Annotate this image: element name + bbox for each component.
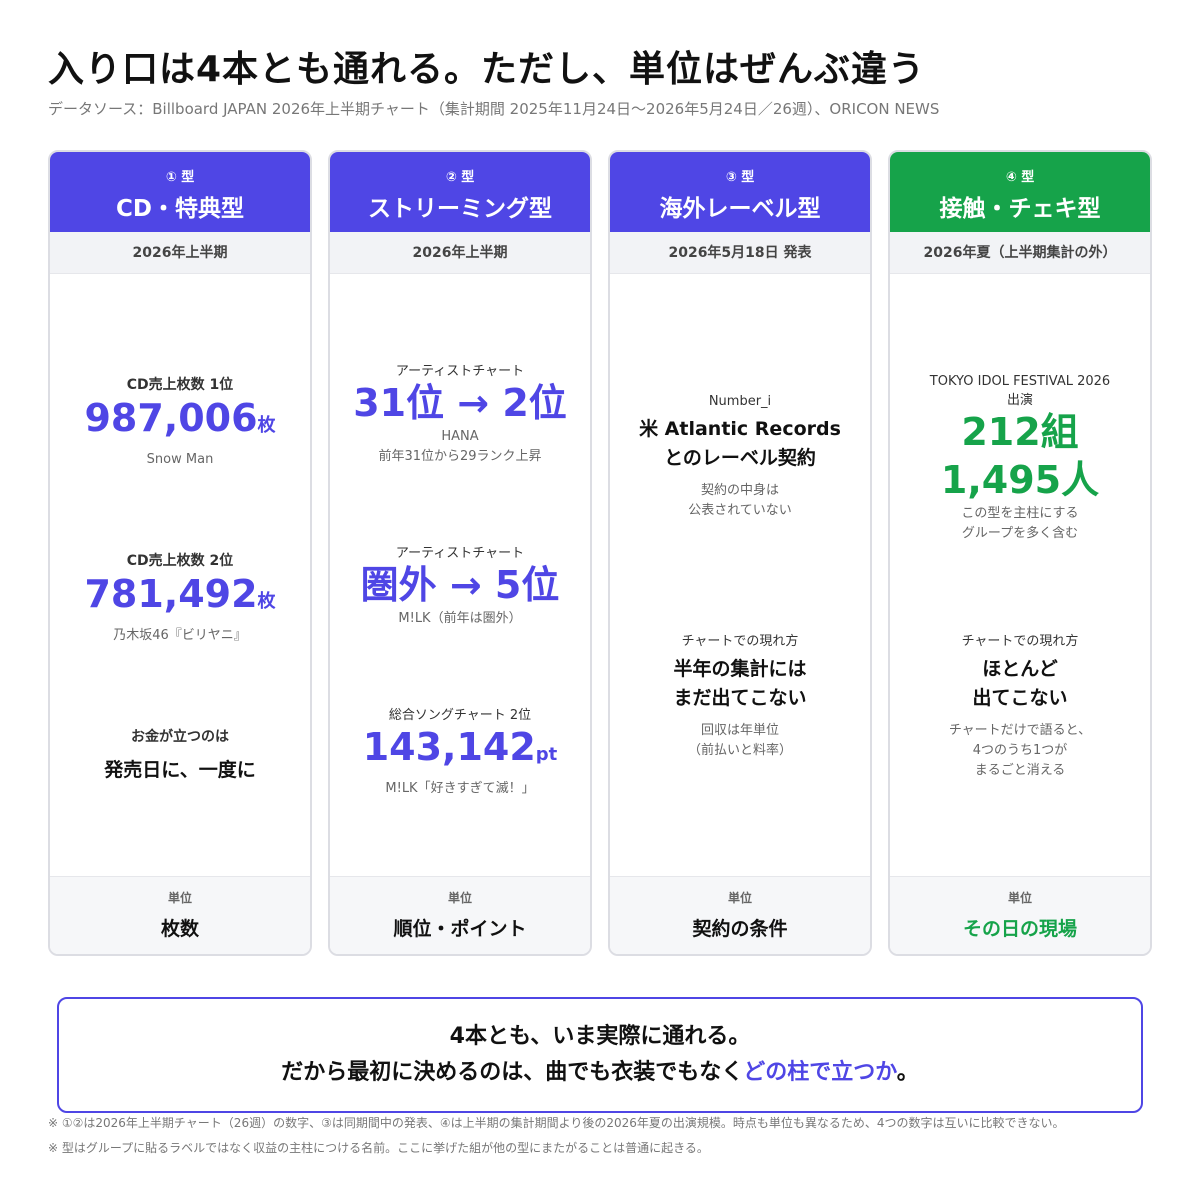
conclusion-callout: 4本とも、いま実際に通れる。 だから最初に決めるのは、曲でも衣装でもなくどの柱で… xyxy=(57,997,1143,1113)
unit-label: 単位 xyxy=(447,891,472,905)
fact-sub: 4つのうち1つが xyxy=(972,743,1068,758)
stat-label: 出演 xyxy=(1006,393,1033,408)
fact-sub: チャートだけで語ると、 xyxy=(948,723,1092,738)
footnotes: ※ ①②は2026年上半期チャート（26週）の数字、③は同期間中の発表、④は上半… xyxy=(48,1114,1152,1158)
stat-value: 143,142pt xyxy=(362,725,558,769)
stat-value: 987,006枚 xyxy=(84,396,276,440)
stat-sub: グループを多く含む xyxy=(961,526,1079,541)
stat-sub: 前年31位から29ランク上昇 xyxy=(378,449,542,464)
note-text: 発売日に、一度に xyxy=(104,759,256,781)
column-header: ④ 型 接触・チェキ型 xyxy=(890,152,1150,232)
column-overseas-label-type: ③ 型 海外レーベル型 2026年5月18日 発表 Number_i 米 Atl… xyxy=(608,150,872,956)
column-header: ③ 型 海外レーベル型 xyxy=(610,152,870,232)
page-title: 入り口は4本とも通れる。ただし、単位はぜんぶ違う xyxy=(48,49,926,90)
stat-block: アーティストチャート 31位 → 2位 HANA 前年31位から29ランク上昇 xyxy=(330,360,590,467)
type-name: 海外レーベル型 xyxy=(659,196,821,222)
stat-label: CD売上枚数 1位 xyxy=(126,377,234,393)
fact-line: 出てこない xyxy=(972,687,1068,709)
period-label: 2026年上半期 xyxy=(50,232,310,274)
column-streaming-type: ② 型 ストリーミング型 2026年上半期 アーティストチャート 31位 → 2… xyxy=(328,150,592,956)
fact-label: Number_i xyxy=(708,394,772,409)
unit-value: 契約の条件 xyxy=(692,918,788,940)
fact-sub: まるごと消える xyxy=(974,763,1066,778)
footnote: ※ ①②は2026年上半期チャート（26週）の数字、③は同期間中の発表、④は上半… xyxy=(48,1116,1065,1130)
unit-label: 単位 xyxy=(1007,891,1032,905)
column-header: ① 型 CD・特典型 xyxy=(50,152,310,232)
type-number: ② 型 xyxy=(445,170,475,185)
fact-sub: 回収は年単位 xyxy=(700,723,779,738)
fact-line: まだ出てこない xyxy=(673,687,807,709)
stat-sub: この型を主柱にする xyxy=(961,506,1079,521)
stat-sub: 乃木坂46『ビリヤニ』 xyxy=(113,628,247,643)
callout-line-2: だから最初に決めるのは、曲でも衣装でもなくどの柱で立つか。 xyxy=(281,1060,919,1085)
stat-value: 781,492枚 xyxy=(84,572,276,616)
column-contact-cheki-type: ④ 型 接触・チェキ型 2026年夏（上半期集計の外） TOKYO IDOL F… xyxy=(888,150,1152,956)
type-name: ストリーミング型 xyxy=(368,196,552,222)
stat-label: TOKYO IDOL FESTIVAL 2026 xyxy=(929,374,1111,389)
fact-block: チャートでの現れ方 半年の集計には まだ出てこない 回収は年単位 （前払いと料率… xyxy=(610,630,870,761)
fact-line: ほとんど xyxy=(982,658,1058,680)
type-number: ① 型 xyxy=(165,170,195,185)
stat-sub: HANA xyxy=(441,429,479,444)
callout-line-1: 4本とも、いま実際に通れる。 xyxy=(449,1024,751,1049)
unit-label: 単位 xyxy=(727,891,752,905)
column-header: ② 型 ストリーミング型 xyxy=(330,152,590,232)
fact-line: とのレーベル契約 xyxy=(664,447,816,469)
unit-footer: 単位 枚数 xyxy=(50,876,310,954)
type-name: CD・特典型 xyxy=(116,196,244,222)
period-label: 2026年上半期 xyxy=(330,232,590,274)
fact-line: 米 Atlantic Records xyxy=(639,418,841,440)
stat-sub: M!LK（前年は圏外） xyxy=(398,611,522,626)
unit-footer: 単位 順位・ポイント xyxy=(330,876,590,954)
unit-footer: 単位 その日の現場 xyxy=(890,876,1150,954)
type-number: ③ 型 xyxy=(725,170,755,185)
stat-label: アーティストチャート xyxy=(395,364,525,379)
fact-line: 半年の集計には xyxy=(673,658,807,680)
stat-block: 総合ソングチャート 2位 143,142pt M!LK「好きすぎて滅！」 xyxy=(330,704,590,799)
unit-value: その日の現場 xyxy=(962,918,1077,940)
fact-block: チャートでの現れ方 ほとんど 出てこない チャートだけで語ると、 4つのうち1つ… xyxy=(890,630,1150,781)
type-name: 接触・チェキ型 xyxy=(939,196,1101,222)
fact-sub: 公表されていない xyxy=(688,503,792,518)
data-source: データソース：Billboard JAPAN 2026年上半期チャート（集計期間… xyxy=(48,100,940,118)
note-label: お金が立つのは xyxy=(131,729,229,745)
stat-value: 212組 xyxy=(961,410,1079,454)
unit-footer: 単位 契約の条件 xyxy=(610,876,870,954)
period-label: 2026年夏（上半期集計の外） xyxy=(890,232,1150,274)
stat-block: CD売上枚数 2位 781,492枚 乃木坂46『ビリヤニ』 xyxy=(50,550,310,646)
type-number: ④ 型 xyxy=(1005,170,1035,185)
note-block: お金が立つのは 発売日に、一度に xyxy=(50,726,310,785)
unit-label: 単位 xyxy=(167,891,192,905)
stat-label: CD売上枚数 2位 xyxy=(126,553,234,569)
fact-block: Number_i 米 Atlantic Records とのレーベル契約 契約の… xyxy=(610,394,870,521)
unit-value: 順位・ポイント xyxy=(393,918,527,940)
stat-value: 圏外 → 5位 xyxy=(360,563,560,607)
stat-sub: M!LK「好きすぎて滅！」 xyxy=(385,781,535,796)
stat-label: アーティストチャート xyxy=(395,546,525,561)
fact-sub: 契約の中身は xyxy=(700,483,779,498)
stat-value: 1,495人 xyxy=(940,458,1100,502)
stat-block: CD売上枚数 1位 987,006枚 Snow Man xyxy=(50,374,310,470)
fact-label: チャートでの現れ方 xyxy=(961,634,1079,649)
footnote: ※ 型はグループに貼るラベルではなく収益の主柱につける名前。ここに挙げた組が他の… xyxy=(48,1141,709,1155)
stat-block: TOKYO IDOL FESTIVAL 2026 出演 212組 1,495人 … xyxy=(890,374,1150,544)
stat-sub: Snow Man xyxy=(146,452,214,467)
type-columns: ① 型 CD・特典型 2026年上半期 CD売上枚数 1位 987,006枚 S… xyxy=(48,150,1152,956)
period-label: 2026年5月18日 発表 xyxy=(610,232,870,274)
stat-label: 総合ソングチャート 2位 xyxy=(388,708,532,723)
unit-value: 枚数 xyxy=(160,918,199,940)
stat-value: 31位 → 2位 xyxy=(353,381,567,425)
fact-sub: （前払いと料率） xyxy=(687,743,792,758)
fact-label: チャートでの現れ方 xyxy=(681,634,799,649)
column-cd-type: ① 型 CD・特典型 2026年上半期 CD売上枚数 1位 987,006枚 S… xyxy=(48,150,312,956)
callout-accent: どの柱で立つか xyxy=(743,1060,897,1085)
stat-block: アーティストチャート 圏外 → 5位 M!LK（前年は圏外） xyxy=(330,542,590,629)
